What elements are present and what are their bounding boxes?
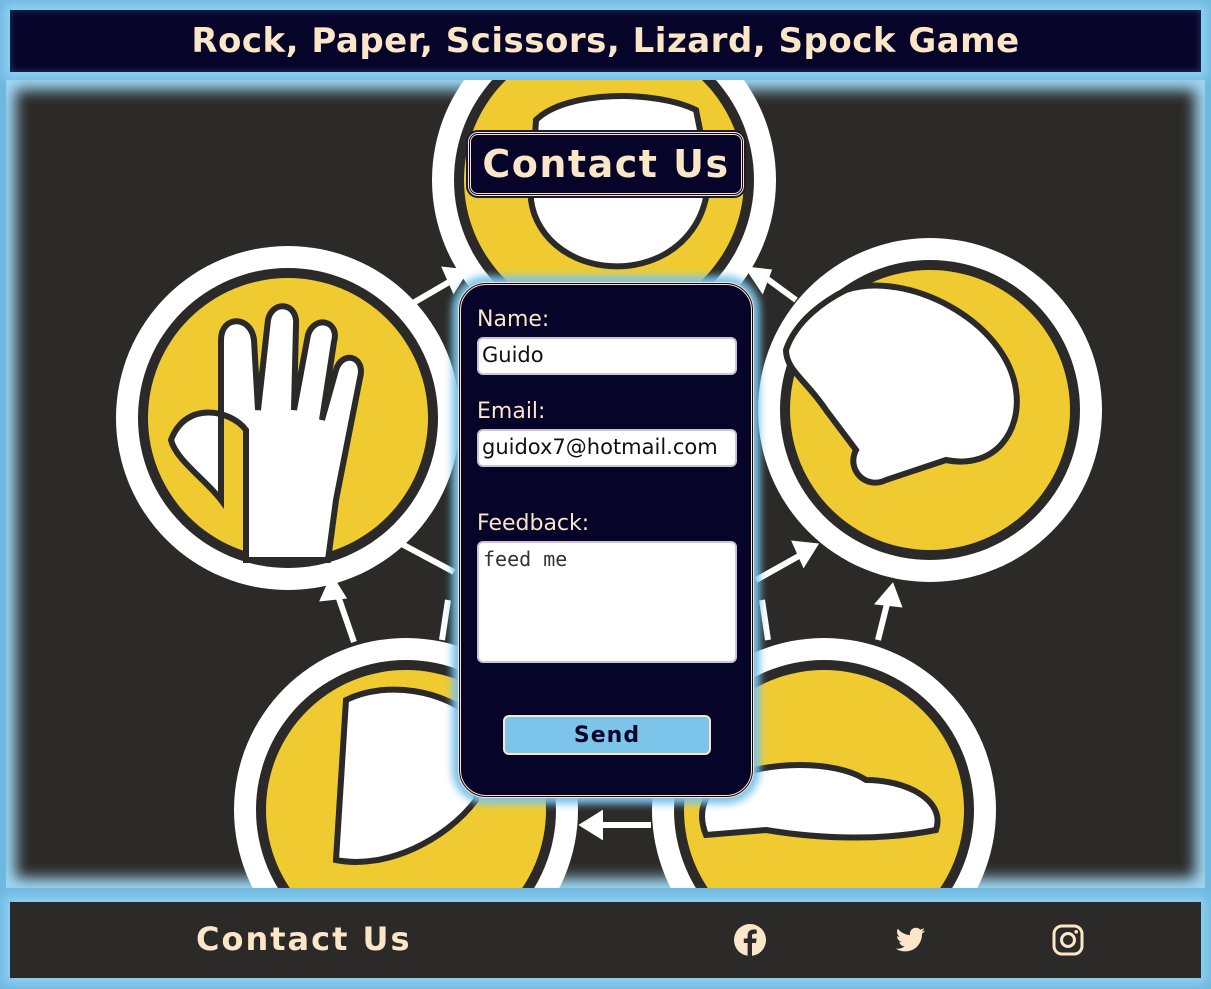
instagram-icon[interactable] xyxy=(1050,922,1086,958)
contact-form: Name: Guido Email: guidox7@hotmail.com F… xyxy=(458,282,754,798)
footer-contact-link[interactable]: Contact Us xyxy=(196,920,412,958)
main-stage: Contact Us Name: Guido Email: guidox7@ho… xyxy=(6,80,1205,888)
page-title: Rock, Paper, Scissors, Lizard, Spock Gam… xyxy=(191,21,1020,61)
footer-bar: Contact Us xyxy=(10,902,1201,978)
name-input[interactable]: Guido xyxy=(477,337,737,375)
feedback-label: Feedback: xyxy=(477,511,590,536)
contact-heading-box: Contact Us xyxy=(468,132,744,196)
twitter-icon[interactable] xyxy=(892,922,928,958)
send-button[interactable]: Send xyxy=(503,715,711,755)
facebook-icon[interactable] xyxy=(732,922,768,958)
contact-heading: Contact Us xyxy=(482,142,730,186)
name-label: Name: xyxy=(477,307,550,332)
email-input[interactable]: guidox7@hotmail.com xyxy=(477,429,737,467)
email-label: Email: xyxy=(477,399,546,424)
feedback-textarea[interactable]: feed me xyxy=(477,541,737,663)
header-bar: Rock, Paper, Scissors, Lizard, Spock Gam… xyxy=(10,10,1201,72)
